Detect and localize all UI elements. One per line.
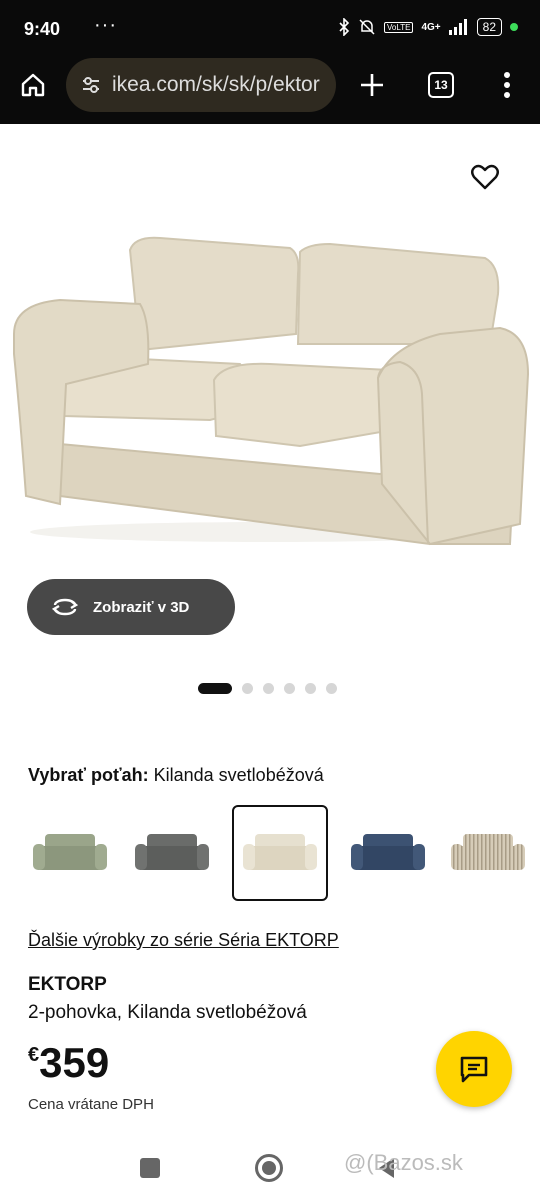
watermark-logo: @(Bazos.sk	[344, 1150, 463, 1175]
browser-menu-icon[interactable]	[496, 70, 518, 100]
status-time: 9:40	[24, 19, 61, 39]
chat-icon	[460, 1056, 488, 1083]
cover-selection-label: Vybrať poťah: Kilanda svetlobéžová	[28, 765, 324, 786]
site-settings-icon[interactable]	[80, 74, 102, 96]
status-icons: VoLTE 4G+ 82	[338, 18, 518, 36]
privacy-dot-icon	[510, 23, 518, 31]
cover-selected-value: Kilanda svetlobéžová	[153, 765, 324, 785]
product-price: € 359	[28, 1040, 109, 1086]
series-link[interactable]: Ďalšie výrobky zo série Séria EKTORP	[28, 930, 339, 951]
view-in-3d-button[interactable]: Zobraziť v 3D	[27, 579, 235, 635]
tab-switcher-button[interactable]: 13	[427, 71, 455, 99]
network-type: 4G+	[421, 21, 441, 33]
swatch-dark-grey[interactable]	[126, 807, 218, 899]
volte-icon: VoLTE	[384, 21, 414, 33]
carousel-dot[interactable]	[263, 683, 274, 694]
more-notifications-icon: ···	[94, 14, 117, 36]
recents-square-icon[interactable]	[140, 1158, 160, 1178]
mute-bell-icon	[359, 19, 375, 35]
new-tab-icon[interactable]	[357, 70, 387, 100]
carousel-dot[interactable]	[198, 683, 232, 694]
battery-icon: 82	[476, 18, 502, 36]
product-description: 2-pohovka, Kilanda svetlobéžová	[28, 1002, 307, 1023]
favorite-heart-icon[interactable]	[470, 162, 500, 192]
product-image[interactable]	[0, 124, 540, 564]
view-in-3d-label: Zobraziť v 3D	[93, 598, 190, 616]
carousel-dot[interactable]	[242, 683, 253, 694]
url-bar[interactable]: ikea.com/sk/sk/p/ektor	[66, 58, 336, 112]
cover-label: Vybrať poťah:	[28, 765, 149, 785]
price-value: 359	[39, 1039, 110, 1086]
product-brand: EKTORP	[28, 974, 107, 995]
carousel-dot[interactable]	[305, 683, 316, 694]
swatch-green[interactable]	[24, 807, 116, 899]
swatch-striped-beige[interactable]	[442, 807, 534, 899]
signal-icon	[448, 19, 467, 35]
swatch-light-beige[interactable]	[232, 805, 328, 901]
home-icon[interactable]	[18, 70, 48, 100]
rotate-3d-icon	[51, 598, 79, 616]
bluetooth-icon	[339, 18, 350, 36]
price-currency: €	[28, 1044, 40, 1066]
swatch-dark-blue[interactable]	[342, 807, 434, 899]
carousel-dot[interactable]	[326, 683, 337, 694]
tab-count: 13	[428, 72, 454, 98]
chat-button[interactable]	[436, 1031, 512, 1107]
url-text: ikea.com/sk/sk/p/ektor	[112, 73, 320, 96]
cover-swatches	[24, 805, 525, 903]
carousel-dot[interactable]	[284, 683, 295, 694]
image-carousel-indicator[interactable]	[198, 683, 337, 694]
vat-note: Cena vrátane DPH	[28, 1096, 154, 1113]
home-circle-icon[interactable]	[255, 1154, 283, 1182]
status-bar: 9:40 ··· VoLTE 4G+ 82	[0, 0, 540, 60]
